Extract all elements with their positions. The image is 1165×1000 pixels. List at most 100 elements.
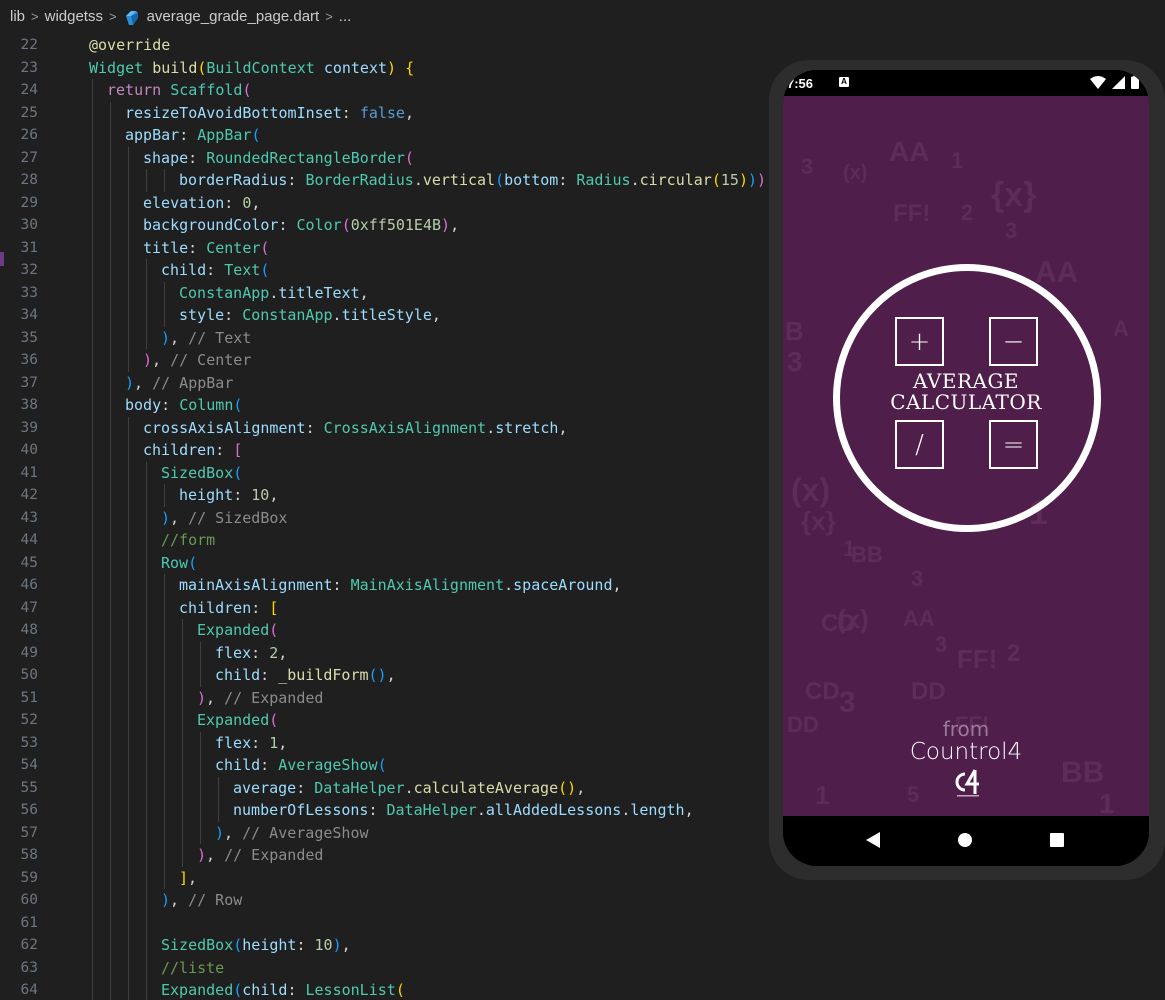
code-token: ) (441, 216, 451, 234)
indent-guide (128, 574, 129, 597)
code-editor[interactable]: 22 @override 23 Widget build(BuildContext c… (0, 32, 768, 1000)
code-line[interactable]: 26 appBar: AppBar( (0, 124, 768, 147)
code-token: : (224, 306, 243, 324)
code-line[interactable]: 63 //liste (0, 956, 768, 979)
code-line[interactable]: 49 flex: 2, (0, 641, 768, 664)
indent-guide (128, 506, 129, 529)
code-line[interactable]: 56 numberOfLessons: DataHelper.allAddedLe… (0, 799, 768, 822)
code-token: , (766, 171, 768, 189)
background-pattern-glyph: {x} (991, 176, 1037, 214)
indent-guide (110, 281, 111, 304)
line-number: 58 (20, 847, 38, 864)
code-line[interactable]: 48 Expanded( (0, 619, 768, 642)
breadcrumb-item-symbol[interactable]: ... (339, 8, 352, 25)
code-line[interactable]: 62 SizedBox(height: 10), (0, 934, 768, 957)
code-token: ) (161, 891, 171, 909)
code-line[interactable]: 53 flex: 1, (0, 731, 768, 754)
code-line[interactable]: 47 children: [ (0, 596, 768, 619)
code-text: child: Text( (161, 259, 269, 282)
indent-guide (110, 461, 111, 484)
code-line[interactable]: 32 child: Text( (0, 259, 768, 282)
breadcrumb-item-file[interactable]: average_grade_page.dart (147, 8, 320, 25)
indent-guide (182, 821, 183, 844)
code-line[interactable]: 55 average: DataHelper.calculateAverage()… (0, 776, 768, 799)
code-token: : (287, 981, 306, 999)
code-token: : (188, 148, 207, 167)
line-number: 24 (20, 82, 38, 99)
breadcrumb-item-widgetss[interactable]: widgetss (45, 8, 103, 25)
code-line[interactable]: 60), // Row (0, 889, 768, 912)
code-line[interactable]: 36), // Center (0, 349, 768, 372)
code-token: ) (332, 936, 342, 954)
indent-guide (146, 169, 147, 192)
code-line[interactable]: 54 child: AverageShow( (0, 754, 768, 777)
code-line[interactable]: 30 backgroundColor: Color(0xff501E4B), (0, 214, 768, 237)
code-token: numberOfLessons (233, 801, 369, 819)
code-text: SizedBox(height: 10), (161, 934, 351, 957)
indent-guide (128, 934, 129, 957)
back-triangle-icon[interactable] (865, 831, 881, 849)
divide-symbol: / (895, 420, 944, 469)
code-token: BuildContext (206, 58, 324, 77)
indent-guide (200, 664, 201, 687)
code-line[interactable]: 33 ConstanApp.titleText, (0, 281, 768, 304)
indent-guide (182, 844, 183, 867)
code-line[interactable]: 37), // AppBar (0, 371, 768, 394)
code-line[interactable]: 43), // SizedBox (0, 506, 768, 529)
code-line[interactable]: 31 title: Center( (0, 236, 768, 259)
code-line[interactable]: 29 elevation: 0, (0, 191, 768, 214)
indent-guide (128, 529, 129, 552)
indent-guide (200, 641, 201, 664)
code-line[interactable]: 41 SizedBox( (0, 461, 768, 484)
indent-guide (92, 844, 93, 867)
home-circle-icon[interactable] (957, 831, 973, 849)
line-number: 40 (20, 442, 38, 459)
code-token: , (278, 643, 288, 662)
code-line[interactable]: 52 Expanded( (0, 709, 768, 732)
code-token: height (242, 936, 297, 954)
code-line[interactable]: 34 style: ConstanApp.titleStyle, (0, 304, 768, 327)
code-line[interactable]: 59], (0, 866, 768, 889)
line-number: 59 (20, 869, 38, 886)
breadcrumb-item-lib[interactable]: lib (10, 8, 25, 25)
code-line[interactable]: 44 //form (0, 529, 768, 552)
phone-screen[interactable]: 7:56 A 1 DD 3 5 1 BB FF! DD 3 CD 2 FF! AA (x) 3 BB 1 CD 1{… (783, 70, 1149, 866)
code-text: ), // Text (161, 327, 251, 350)
code-line[interactable]: 27 shape: RoundedRectangleBorder( (0, 146, 768, 169)
code-text: return Scaffold( (107, 79, 252, 102)
chevron-right-icon: > (325, 8, 333, 24)
code-line[interactable]: 25 resizeToAvoidBottomInset: false, (0, 101, 768, 124)
code-line[interactable]: 24 return Scaffold( (0, 79, 768, 102)
indent-guide (146, 461, 147, 484)
code-line[interactable]: 42 height: 10, (0, 484, 768, 507)
code-line[interactable]: 61 (0, 911, 768, 934)
code-line[interactable]: 45 Row( (0, 551, 768, 574)
code-line[interactable]: 23 Widget build(BuildContext context) { (0, 57, 768, 80)
code-line[interactable]: 64 Expanded(child: LessonList( (0, 979, 768, 1000)
code-token: ( (233, 463, 243, 482)
indent-guide (110, 979, 111, 1000)
code-line[interactable]: 46 mainAxisAlignment: MainAxisAlignment.s… (0, 574, 768, 597)
code-line[interactable]: 51), // Expanded (0, 686, 768, 709)
indent-guide (110, 394, 111, 417)
code-line[interactable]: 35), // Text (0, 326, 768, 350)
code-line[interactable]: 40 children: [ (0, 439, 768, 462)
code-token: // SizedBox (188, 508, 288, 527)
background-pattern-glyph: FF! (893, 200, 931, 227)
indent-guide (92, 596, 93, 619)
code-line[interactable]: 28 borderRadius: BorderRadius.vertical(bo… (0, 169, 768, 192)
indent-guide (164, 844, 165, 867)
code-token: ( (233, 396, 243, 414)
indent-guide (92, 664, 93, 687)
code-line[interactable]: 38 body: Column( (0, 394, 768, 417)
code-line[interactable]: 58), // Expanded (0, 844, 768, 867)
code-line[interactable]: 57), // AverageShow (0, 821, 768, 844)
indent-guide (110, 484, 111, 507)
code-line[interactable]: 50 child: _buildForm(), (0, 664, 768, 687)
indent-guide (146, 731, 147, 754)
code-line[interactable]: 39 crossAxisAlignment: CrossAxisAlignment… (0, 416, 768, 439)
indent-guide (110, 664, 111, 687)
recents-square-icon[interactable] (1049, 831, 1065, 849)
code-line[interactable]: 22 @override (0, 34, 768, 57)
code-token: : (287, 171, 306, 189)
